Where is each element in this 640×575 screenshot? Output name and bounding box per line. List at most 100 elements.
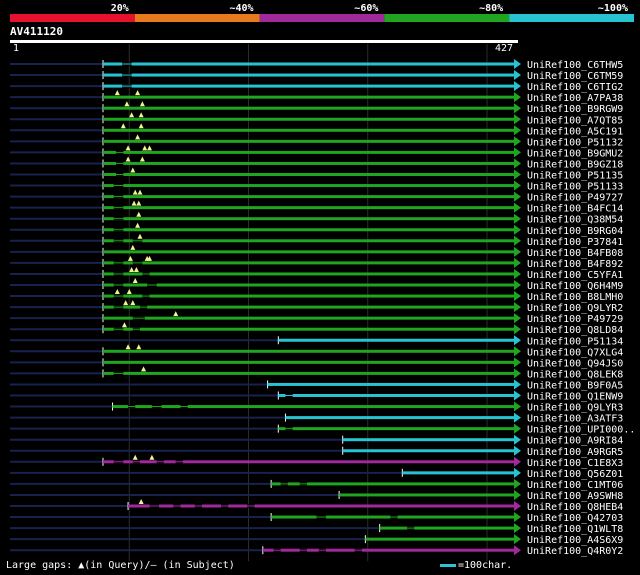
- hit-label[interactable]: UniRef100_A9RI84: [527, 436, 623, 447]
- query-gap-marker: [138, 499, 144, 504]
- hit-row[interactable]: UniRef100_Q8HEB4: [10, 499, 623, 513]
- hit-label[interactable]: UniRef100_Q4R0Y2: [527, 546, 623, 557]
- hit-row[interactable]: UniRef100_Q1WLT8: [10, 523, 623, 535]
- hit-row[interactable]: UniRef100_A5C191: [10, 123, 623, 137]
- hit-label[interactable]: UniRef100_Q6H4M9: [527, 281, 623, 292]
- aligned-segment: [103, 371, 515, 375]
- hit-label[interactable]: UniRef100_P51133: [527, 182, 623, 193]
- hit-label[interactable]: UniRef100_C1MT06: [527, 480, 623, 491]
- hit-row[interactable]: UniRef100_A7QT85: [10, 112, 623, 126]
- hit-row[interactable]: UniRef100_B9F0A5: [10, 379, 623, 391]
- legend-segment: [384, 14, 510, 22]
- hit-row[interactable]: UniRef100_P49727: [10, 189, 623, 204]
- hit-label[interactable]: UniRef100_A9SWH8: [527, 491, 623, 502]
- hit-row[interactable]: UniRef100_Q38M54: [10, 211, 623, 226]
- hit-label[interactable]: UniRef100_P49729: [527, 314, 623, 325]
- hit-row[interactable]: UniRef100_B9RGW9: [10, 101, 623, 115]
- hit-label[interactable]: UniRef100_A4S6X9: [527, 535, 623, 546]
- hit-row[interactable]: UniRef100_Q7XLG4: [10, 344, 623, 358]
- hit-row[interactable]: UniRef100_A9RI84: [10, 434, 623, 447]
- hit-label[interactable]: UniRef100_B4F892: [527, 259, 623, 270]
- hit-label[interactable]: UniRef100_B4FB08: [527, 248, 623, 259]
- hit-label[interactable]: UniRef100_Q1ENW9: [527, 392, 623, 403]
- hit-label[interactable]: UniRef100_B9RGW9: [527, 104, 623, 115]
- hit-row[interactable]: UniRef100_A7PA38: [10, 90, 623, 104]
- hit-row[interactable]: UniRef100_C6TM59: [10, 70, 623, 82]
- hit-label[interactable]: UniRef100_C1E8X3: [527, 458, 623, 469]
- legend-segment: [134, 14, 260, 22]
- hit-row[interactable]: UniRef100_P51135: [10, 167, 623, 182]
- hit-row[interactable]: UniRef100_A9RGR5: [10, 445, 623, 458]
- query-gap-marker: [130, 300, 136, 306]
- hit-label[interactable]: UniRef100_Q8LD84: [527, 325, 623, 336]
- hit-label[interactable]: UniRef100_A3ATF3: [527, 414, 623, 425]
- hit-row[interactable]: UniRef100_A9SWH8: [10, 489, 623, 502]
- hit-label[interactable]: UniRef100_P51134: [527, 336, 623, 347]
- hit-label[interactable]: UniRef100_B9GZ18: [527, 159, 623, 170]
- hit-row[interactable]: UniRef100_P49729: [10, 311, 623, 325]
- hit-row[interactable]: UniRef100_B9GMU2: [10, 145, 623, 159]
- hit-label[interactable]: UniRef100_B9F0A5: [527, 380, 623, 391]
- hit-row[interactable]: UniRef100_C1E8X3: [10, 454, 623, 469]
- hit-row[interactable]: UniRef100_Q9LYR3: [10, 401, 623, 414]
- hit-label[interactable]: UniRef100_UPI000..: [527, 425, 635, 436]
- aligned-segment: [103, 84, 515, 88]
- hit-row[interactable]: UniRef100_Q9LYR2: [10, 300, 623, 314]
- hit-row[interactable]: UniRef100_Q42703: [10, 512, 623, 524]
- hit-label[interactable]: UniRef100_Q1WLT8: [527, 524, 623, 535]
- hit-row[interactable]: UniRef100_Q1ENW9: [10, 390, 623, 403]
- hit-row[interactable]: UniRef100_P51132: [10, 134, 623, 148]
- hit-label[interactable]: UniRef100_A7QT85: [527, 115, 623, 126]
- hit-row[interactable]: UniRef100_A4S6X9: [10, 534, 623, 546]
- hit-label[interactable]: UniRef100_A7PA38: [527, 93, 623, 104]
- hit-label[interactable]: UniRef100_C6THW5: [527, 60, 623, 71]
- hit-label[interactable]: UniRef100_Q56Z01: [527, 469, 623, 480]
- hit-row[interactable]: UniRef100_Q6H4M9: [10, 278, 623, 292]
- hit-row[interactable]: UniRef100_C6THW5: [10, 59, 623, 71]
- hit-label[interactable]: UniRef100_A9RGR5: [527, 447, 623, 458]
- hit-row[interactable]: UniRef100_P37841: [10, 233, 623, 248]
- hit-label[interactable]: UniRef100_P37841: [527, 237, 623, 248]
- hit-row[interactable]: UniRef100_C6TIG2: [10, 81, 623, 93]
- hit-row[interactable]: UniRef100_C5YFA1: [10, 266, 623, 281]
- hit-label[interactable]: UniRef100_C5YFA1: [527, 270, 623, 281]
- hit-label[interactable]: UniRef100_Q9LYR2: [527, 303, 623, 314]
- hit-row[interactable]: UniRef100_B4F892: [10, 255, 623, 270]
- hit-row[interactable]: UniRef100_Q8LEK8: [10, 366, 623, 380]
- hit-label[interactable]: UniRef100_Q7XLG4: [527, 347, 623, 358]
- hit-label[interactable]: UniRef100_Q94JS0: [527, 358, 623, 369]
- hit-row[interactable]: UniRef100_Q94JS0: [10, 357, 623, 369]
- query-gap-marker: [125, 145, 131, 151]
- hit-label[interactable]: UniRef100_P49727: [527, 193, 623, 204]
- hit-row[interactable]: UniRef100_A3ATF3: [10, 412, 623, 425]
- hit-row[interactable]: UniRef100_C1MT06: [10, 478, 623, 491]
- hit-row[interactable]: UniRef100_Q4R0Y2: [10, 545, 623, 557]
- hit-label[interactable]: UniRef100_Q9LYR3: [527, 403, 623, 414]
- hit-label[interactable]: UniRef100_Q8HEB4: [527, 502, 623, 513]
- hit-label[interactable]: UniRef100_Q38M54: [527, 215, 623, 226]
- hit-row[interactable]: UniRef100_B9RG04: [10, 222, 623, 237]
- hit-row[interactable]: UniRef100_B4FC14: [10, 200, 623, 215]
- hit-label[interactable]: UniRef100_Q8LEK8: [527, 369, 623, 380]
- hit-row[interactable]: UniRef100_B8LMH0: [10, 289, 623, 303]
- hit-label[interactable]: UniRef100_B4FC14: [527, 204, 623, 215]
- hit-row[interactable]: UniRef100_B9GZ18: [10, 156, 623, 170]
- hit-label[interactable]: UniRef100_B9RG04: [527, 226, 623, 237]
- hit-row[interactable]: UniRef100_P51133: [10, 180, 623, 193]
- hit-row[interactable]: UniRef100_B4FB08: [10, 244, 623, 259]
- hit-row[interactable]: UniRef100_P51134: [10, 335, 623, 347]
- hit-label[interactable]: UniRef100_B9GMU2: [527, 148, 623, 159]
- hit-row[interactable]: UniRef100_Q8LD84: [10, 322, 623, 336]
- hit-label[interactable]: UniRef100_Q42703: [527, 513, 623, 524]
- hit-label[interactable]: UniRef100_B8LMH0: [527, 292, 623, 303]
- hit-label[interactable]: UniRef100_A5C191: [527, 126, 623, 137]
- query-gap-marker: [137, 189, 143, 195]
- hit-label[interactable]: UniRef100_C6TM59: [527, 71, 623, 82]
- query-gap-marker: [124, 101, 130, 107]
- hit-row[interactable]: UniRef100_Q56Z01: [10, 467, 623, 480]
- hit-label[interactable]: UniRef100_P51135: [527, 171, 623, 182]
- hit-label[interactable]: UniRef100_C6TIG2: [527, 82, 623, 93]
- aligned-segment: [365, 537, 515, 541]
- hit-label[interactable]: UniRef100_P51132: [527, 137, 623, 148]
- hit-row[interactable]: UniRef100_UPI000..: [10, 423, 635, 436]
